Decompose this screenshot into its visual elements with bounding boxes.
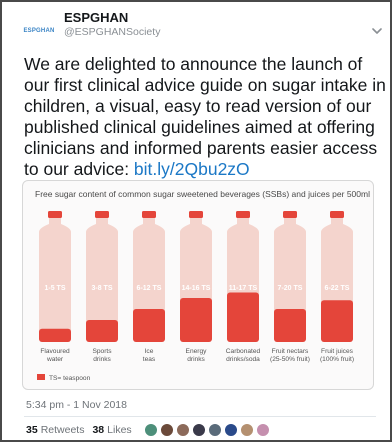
category-label: Fruit nectars xyxy=(272,348,309,355)
bottle-4: 14-16 TS Energydrinks xyxy=(180,211,212,363)
category-label: water xyxy=(46,356,64,363)
infographic-image[interactable]: Free sugar content of common sugar sweet… xyxy=(22,180,374,390)
bottle-cap xyxy=(236,211,250,218)
category-label: teas xyxy=(143,356,156,363)
bottle-7: 6-22 TS Fruit juices(100% fruit) xyxy=(320,211,354,363)
liker-avatar[interactable] xyxy=(191,423,206,437)
bottle-3: 6-12 TS Iceteas xyxy=(133,211,165,363)
infographic-title: Free sugar content of common sugar sweet… xyxy=(35,189,370,199)
category-label: drinks/soda xyxy=(226,356,260,363)
liker-avatar[interactable] xyxy=(255,423,270,437)
liker-avatar[interactable] xyxy=(223,423,238,437)
bottle-label: 7-20 TS xyxy=(278,285,303,292)
bottle-1: 1-5 TS Flavouredwater xyxy=(39,211,71,363)
tweet-card: ESPGHAN ESPGHAN @ESPGHANSociety We are d… xyxy=(0,0,392,442)
liker-avatar[interactable] xyxy=(207,423,222,437)
legend-swatch xyxy=(37,374,45,380)
bottle-6: 7-20 TS Fruit nectars(25-50% fruit) xyxy=(270,211,310,363)
legend-label: TS= teaspoon xyxy=(49,375,91,382)
bottle-5: 11-17 TS Carbonateddrinks/soda xyxy=(226,211,261,363)
retweets-stat[interactable]: 35 Retweets xyxy=(26,424,84,436)
sugar-fill xyxy=(86,320,118,342)
chevron-down-icon[interactable] xyxy=(370,24,384,38)
category-label: (100% fruit) xyxy=(320,356,354,363)
bottle-label: 6-12 TS xyxy=(137,285,162,292)
likes-count: 38 xyxy=(92,424,105,436)
liker-avatar[interactable] xyxy=(159,423,174,437)
sugar-fill xyxy=(321,300,353,342)
author-name[interactable]: ESPGHAN xyxy=(64,10,128,25)
retweets-count: 35 xyxy=(26,424,38,436)
bottle-label: 6-22 TS xyxy=(325,285,350,292)
bottle-cap xyxy=(283,211,297,218)
sugar-fill xyxy=(274,309,306,342)
likes-stat[interactable]: 38 Likes xyxy=(92,424,131,436)
bottles-graphic: 1-5 TSFlavouredwater3-8 TSSportsdrinks6-… xyxy=(37,211,354,382)
category-label: (25-50% fruit) xyxy=(270,356,310,363)
tweet-text: We are delighted to announce the launch … xyxy=(24,54,386,180)
sugar-fill xyxy=(133,309,165,342)
divider xyxy=(24,416,376,417)
liker-avatar[interactable] xyxy=(239,423,254,437)
bottle-cap xyxy=(95,211,109,218)
bottle-cap xyxy=(330,211,344,218)
category-label: Sports xyxy=(92,348,112,355)
bottle-2: 3-8 TS Sportsdrinks xyxy=(86,211,118,363)
tweet-header: ESPGHAN ESPGHAN @ESPGHANSociety xyxy=(10,8,386,48)
bottle-label: 11-17 TS xyxy=(229,285,258,292)
likes-label: Likes xyxy=(107,424,132,436)
retweets-label: Retweets xyxy=(40,424,85,436)
legend: TS= teaspoon xyxy=(37,374,91,382)
sugar-fill xyxy=(180,298,212,342)
bottle-label: 1-5 TS xyxy=(44,285,65,292)
bottle-label: 3-8 TS xyxy=(91,285,112,292)
category-label: Energy xyxy=(186,348,208,355)
bottle-cap xyxy=(48,211,62,218)
tweet-link[interactable]: bit.ly/2Qbu2zO xyxy=(134,159,250,179)
sugar-fill xyxy=(39,328,71,342)
engagement-stats: 35 Retweets 38 Likes xyxy=(26,422,272,438)
sugar-fill xyxy=(227,292,259,342)
liker-avatars xyxy=(143,423,272,437)
category-label: Flavoured xyxy=(40,348,70,355)
liker-avatar[interactable] xyxy=(143,423,158,437)
category-label: Ice xyxy=(145,348,154,355)
category-label: Carbonated xyxy=(226,348,261,355)
liker-avatar[interactable] xyxy=(175,423,190,437)
tweet-timestamp[interactable]: 5:34 pm - 1 Nov 2018 xyxy=(26,399,127,411)
author-handle[interactable]: @ESPGHANSociety xyxy=(64,26,160,38)
category-label: Fruit juices xyxy=(321,348,354,355)
category-label: drinks xyxy=(93,356,111,363)
avatar[interactable]: ESPGHAN xyxy=(14,14,64,48)
bottle-cap xyxy=(189,211,203,218)
bottle-body xyxy=(39,218,71,342)
category-label: drinks xyxy=(187,356,205,363)
bottle-cap xyxy=(142,211,156,218)
bottle-label: 14-16 TS xyxy=(182,285,211,292)
